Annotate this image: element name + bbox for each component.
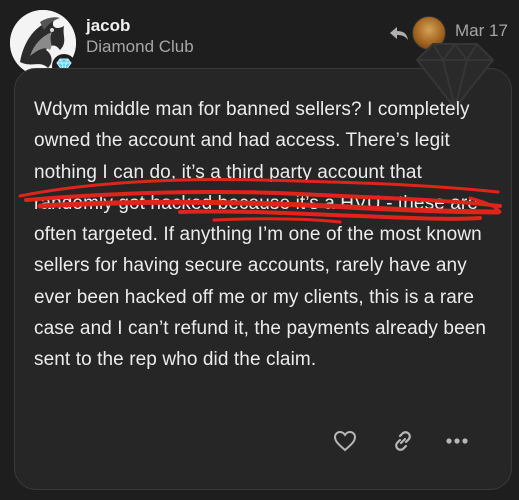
like-button[interactable] xyxy=(330,426,360,456)
post-actions xyxy=(330,426,480,456)
copy-link-button[interactable] xyxy=(388,426,418,456)
post-body-text: Wdym middle man for banned sellers? I co… xyxy=(34,99,487,371)
heart-icon xyxy=(333,430,357,452)
author-user-title: Diamond Club xyxy=(86,37,194,56)
author-username[interactable]: jacob xyxy=(86,16,130,36)
more-options-button[interactable] xyxy=(442,426,472,456)
link-icon xyxy=(395,431,411,451)
more-dots-icon xyxy=(446,438,468,444)
